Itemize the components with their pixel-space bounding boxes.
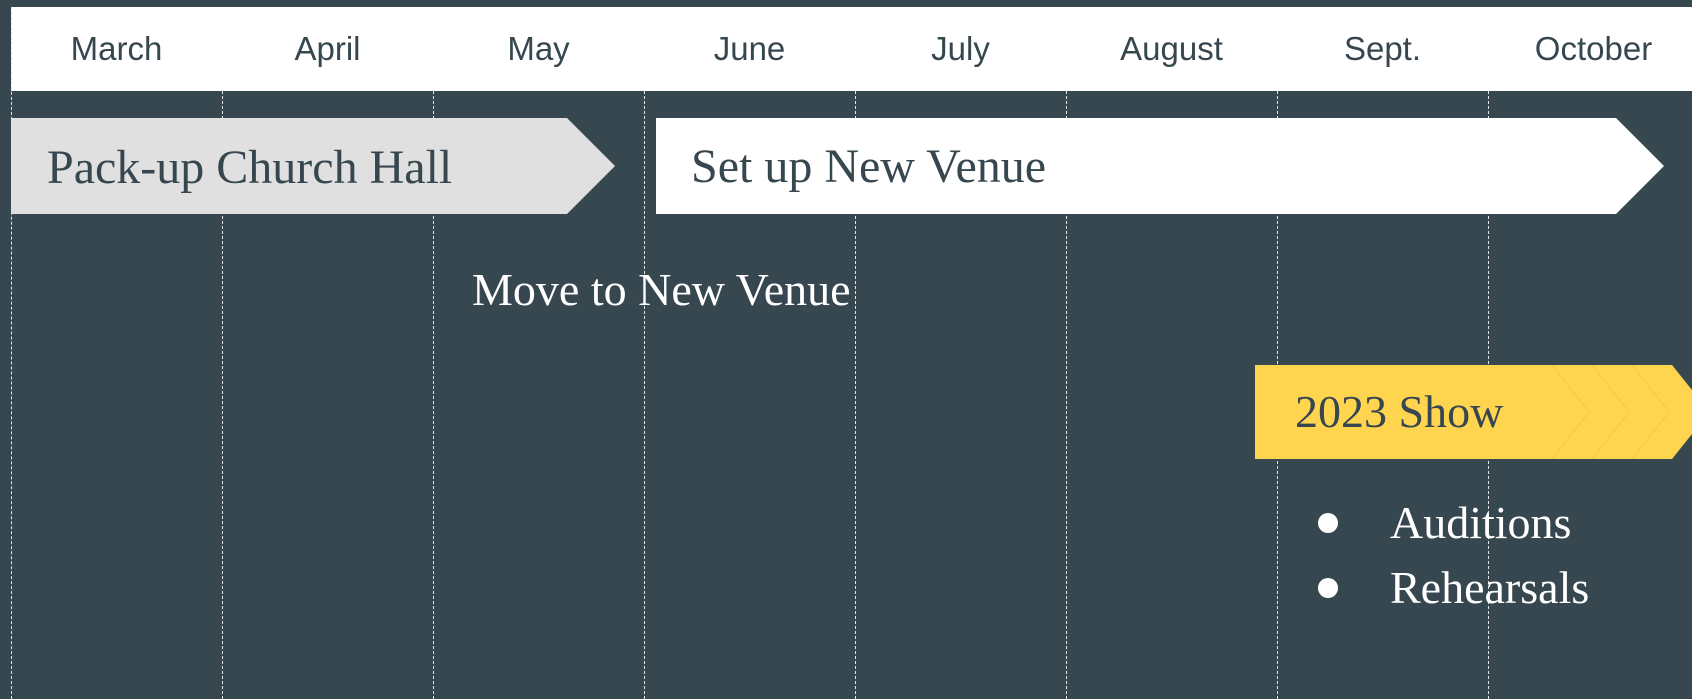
bullet-icon [1318,512,1338,533]
list-item: Rehearsals [1318,555,1589,620]
column-divider [11,7,12,699]
list-item: Auditions [1318,490,1589,555]
task-label-pack-up: Pack-up Church Hall [47,141,453,194]
task-arrow-pack-up: Pack-up Church Hall [11,118,615,214]
month-july: July [931,30,990,67]
task-arrow-show: 2023 Show [1255,365,1692,459]
list-item-label: Auditions [1390,497,1572,548]
month-june: June [713,30,786,67]
column-divider [644,91,645,699]
bullet-icon [1318,577,1338,598]
task-label-move: Move to New Venue [472,264,851,315]
month-may: May [507,30,570,67]
month-sept: Sept. [1343,30,1422,67]
month-april: April [294,30,361,67]
month-october: October [1534,30,1653,67]
show-item-list: Auditions Rehearsals [1318,490,1589,620]
task-label-show: 2023 Show [1295,386,1504,437]
task-label-set-up: Set up New Venue [691,140,1047,193]
month-august: August [1120,30,1223,67]
month-header: March April May June July August Sept. O… [11,7,1692,91]
month-march: March [70,30,163,67]
list-item-label: Rehearsals [1390,562,1590,613]
task-arrow-set-up: Set up New Venue [656,118,1664,214]
